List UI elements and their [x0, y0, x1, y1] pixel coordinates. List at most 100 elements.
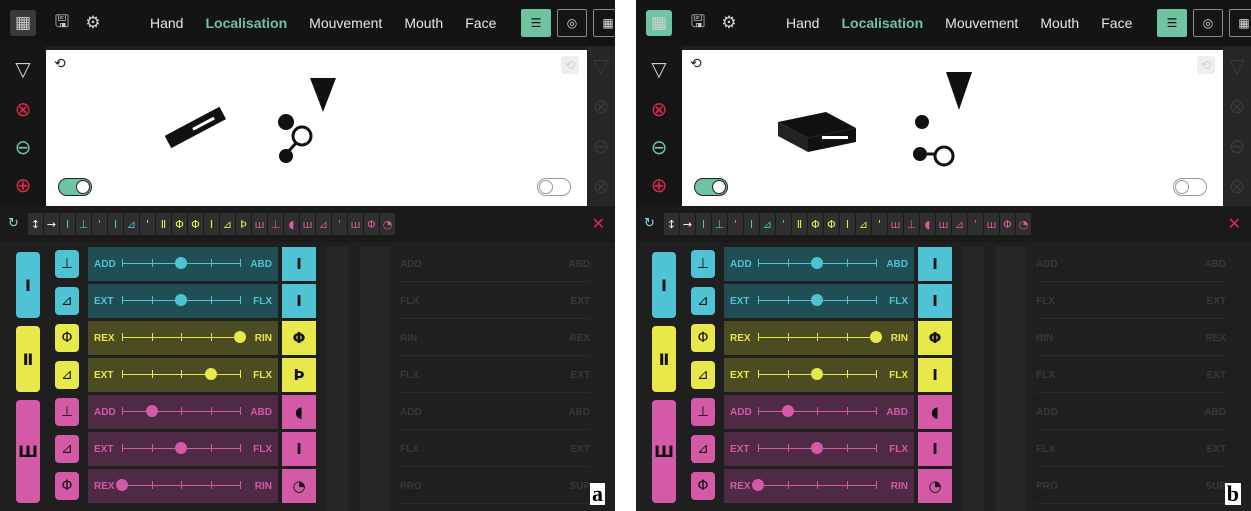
glyph-item[interactable]: ш	[984, 213, 999, 235]
exit-icon[interactable]: ⊖	[644, 132, 674, 162]
glyph-item[interactable]: ⊿	[952, 213, 967, 235]
articulation-slider[interactable]: EXT FLX	[88, 358, 278, 392]
finger-group-yellow[interactable]: Ⅱ	[16, 326, 40, 392]
glyph-item[interactable]: ⊿	[124, 213, 139, 235]
articulation-slider[interactable]: ADD ABD	[724, 395, 914, 429]
articulation-slider[interactable]: REX RIN	[724, 321, 914, 355]
glyph-item[interactable]: I	[696, 213, 711, 235]
joint-icon[interactable]: ⊥	[691, 398, 715, 426]
slider-knob[interactable]	[811, 294, 823, 306]
finger-group-pink[interactable]: Ш	[652, 400, 676, 503]
slider-knob[interactable]	[811, 257, 823, 269]
slider-knob[interactable]	[811, 368, 823, 380]
refresh-icon[interactable]: ↻	[644, 216, 655, 231]
joint-icon[interactable]: ⊿	[55, 361, 79, 389]
cancel-circle-icon[interactable]: ⊗	[644, 94, 674, 124]
joint-icon[interactable]: ⊿	[691, 287, 715, 315]
slider-knob[interactable]	[116, 479, 128, 491]
articulation-slider[interactable]: REX RIN	[724, 469, 914, 503]
exit-icon[interactable]: ⊖	[8, 132, 38, 162]
menu-hand[interactable]: Hand	[150, 15, 183, 31]
joint-icon[interactable]: Φ	[691, 472, 715, 500]
glyph-item[interactable]: ⊿	[760, 213, 775, 235]
toggle-right[interactable]	[537, 178, 571, 196]
keyboard-icon[interactable]: ▦	[646, 10, 672, 36]
menu-hand[interactable]: Hand	[786, 15, 819, 31]
menu-face[interactable]: Face	[465, 15, 496, 31]
refresh-icon[interactable]: ↻	[8, 216, 19, 231]
slider-knob[interactable]	[175, 442, 187, 454]
glyph-item[interactable]: ⊥	[76, 213, 91, 235]
joint-icon[interactable]: ⊿	[691, 435, 715, 463]
finger-group-pink[interactable]: Ш	[16, 400, 40, 503]
articulation-slider[interactable]: EXT FLX	[88, 284, 278, 318]
glyph-item[interactable]: →	[680, 213, 695, 235]
merge-exit-icon[interactable]: ⊕	[8, 170, 38, 200]
glyph-item[interactable]: ◖	[284, 213, 299, 235]
glyph-item[interactable]: Ⅱ	[156, 213, 171, 235]
toggle-left[interactable]	[694, 178, 728, 196]
menu-localisation[interactable]: Localisation	[841, 15, 923, 31]
menu-mouth[interactable]: Mouth	[1040, 15, 1079, 31]
grid-view-icon[interactable]: ▦	[1229, 9, 1251, 37]
glyph-item[interactable]: Φ	[364, 213, 379, 235]
glyph-item[interactable]: Φ	[172, 213, 187, 235]
glyph-item[interactable]: Φ	[188, 213, 203, 235]
toggle-right[interactable]	[1173, 178, 1207, 196]
glyph-item[interactable]: ш	[252, 213, 267, 235]
glyph-item[interactable]: '	[140, 213, 155, 235]
joint-icon[interactable]: ⊥	[55, 250, 79, 278]
grid-view-icon[interactable]: ▦	[593, 9, 615, 37]
joint-icon[interactable]: ⊥	[55, 398, 79, 426]
merge-exit-icon[interactable]: ⊕	[644, 170, 674, 200]
glyph-item[interactable]: '	[92, 213, 107, 235]
joint-icon[interactable]: ⊿	[55, 435, 79, 463]
glyph-item[interactable]: ш	[348, 213, 363, 235]
glyph-item[interactable]: '	[968, 213, 983, 235]
glyph-item[interactable]: Φ	[1000, 213, 1015, 235]
glyph-item[interactable]: ш	[936, 213, 951, 235]
glyph-item[interactable]: ↕	[664, 213, 679, 235]
articulation-slider[interactable]: ADD ABD	[724, 247, 914, 281]
glyph-item[interactable]: ⊿	[316, 213, 331, 235]
finger-group-cyan[interactable]: I	[652, 252, 676, 318]
toggle-left[interactable]	[58, 178, 92, 196]
glyph-item[interactable]: ш	[300, 213, 315, 235]
articulation-slider[interactable]: EXT FLX	[724, 358, 914, 392]
menu-face[interactable]: Face	[1101, 15, 1132, 31]
list-view-icon[interactable]: ☰	[521, 9, 551, 37]
keyboard-icon[interactable]: ▦	[10, 10, 36, 36]
glyph-item[interactable]: ◔	[380, 213, 395, 235]
joint-icon[interactable]: ⊿	[55, 287, 79, 315]
slider-knob[interactable]	[145, 405, 158, 417]
glyph-item[interactable]: Φ	[824, 213, 839, 235]
glyph-item[interactable]: I	[60, 213, 75, 235]
glyph-item[interactable]: ш	[888, 213, 903, 235]
glyph-item[interactable]: ◖	[920, 213, 935, 235]
menu-mouvement[interactable]: Mouvement	[945, 15, 1018, 31]
joint-icon[interactable]: Φ	[691, 324, 715, 352]
joint-icon[interactable]: Φ	[55, 324, 79, 352]
finger-group-yellow[interactable]: Ⅱ	[652, 326, 676, 392]
glyph-item[interactable]: '	[332, 213, 347, 235]
triangle-down-icon[interactable]: ▽	[8, 54, 38, 84]
articulation-slider[interactable]: REX RIN	[88, 321, 278, 355]
slider-knob[interactable]	[204, 368, 217, 380]
slider-knob[interactable]	[234, 331, 246, 343]
gear-icon[interactable]: ⚙	[80, 10, 106, 36]
slider-knob[interactable]	[870, 331, 882, 343]
slider-knob[interactable]	[175, 294, 187, 306]
glyph-item[interactable]: ◔	[1016, 213, 1031, 235]
close-icon[interactable]: ✕	[1228, 214, 1241, 233]
glyph-item[interactable]: I	[204, 213, 219, 235]
close-icon[interactable]: ✕	[592, 214, 605, 233]
menu-localisation[interactable]: Localisation	[205, 15, 287, 31]
glyph-item[interactable]: Φ	[808, 213, 823, 235]
glyph-item[interactable]: I	[840, 213, 855, 235]
save-icon[interactable]: 🖫	[49, 10, 75, 36]
glyph-item[interactable]: ⊿	[856, 213, 871, 235]
articulation-slider[interactable]: EXT FLX	[724, 284, 914, 318]
glyph-item[interactable]: I	[744, 213, 759, 235]
target-icon[interactable]: ◎	[557, 9, 587, 37]
glyph-item[interactable]: ⊿	[220, 213, 235, 235]
